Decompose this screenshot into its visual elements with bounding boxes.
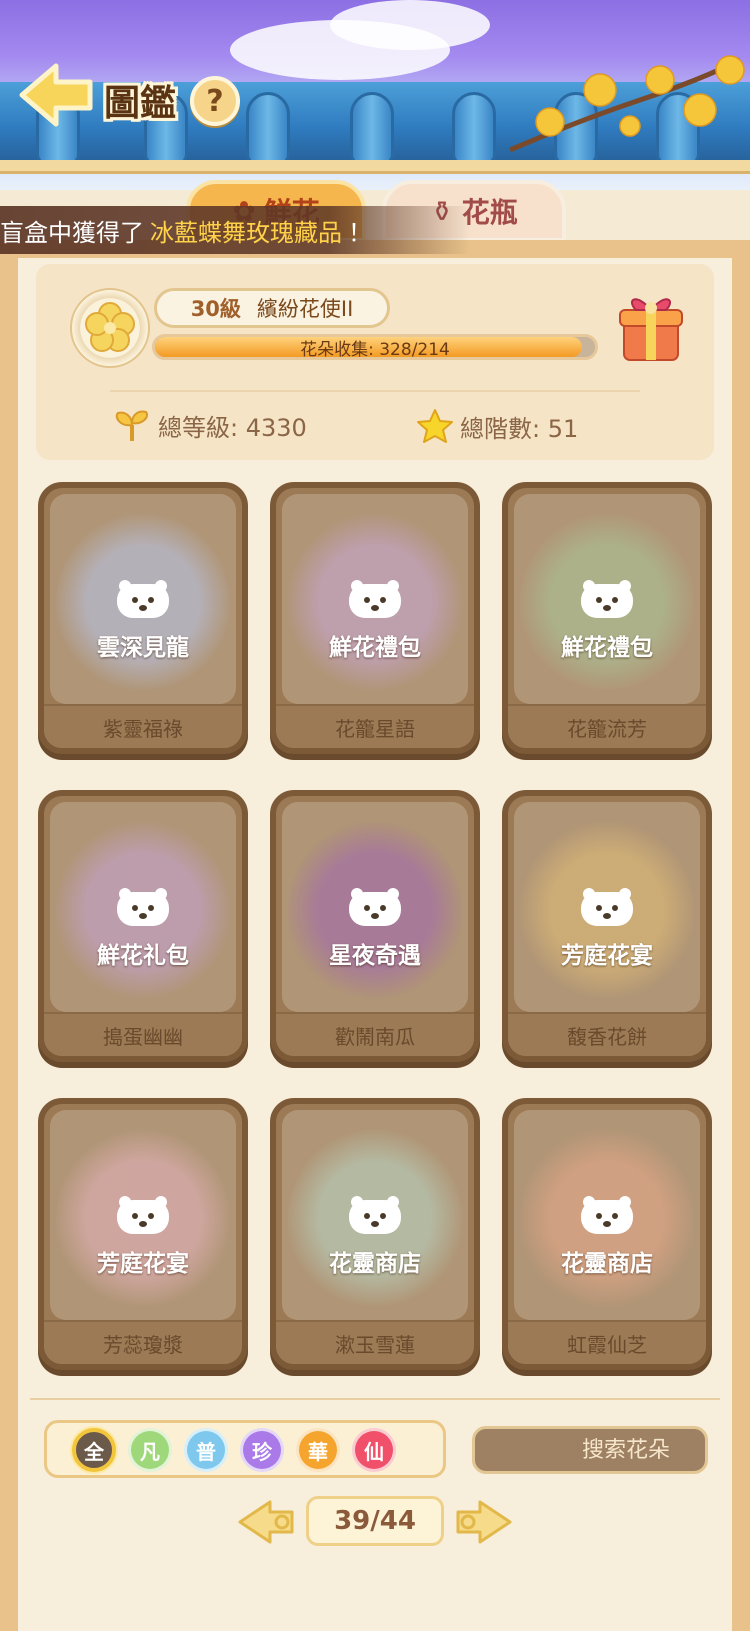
roof-eave (0, 160, 750, 174)
level-pill: 30級 繽紛花使II (154, 288, 390, 328)
card-source-label: 鮮花禮包 (329, 635, 421, 661)
locked-mascot-icon (581, 888, 633, 926)
level-value: 30級 (190, 297, 241, 321)
rank-title: 繽紛花使II (256, 297, 354, 321)
rarity-filter-5[interactable]: 仙 (352, 1428, 396, 1472)
rarity-filter-2[interactable]: 普 (184, 1428, 228, 1472)
plum-blossom-decoration (509, 55, 745, 153)
roof-tile (350, 92, 394, 166)
locked-mascot-icon (117, 580, 169, 618)
rarity-filter-4[interactable]: 華 (296, 1428, 340, 1472)
bottom-divider (30, 1398, 720, 1400)
rarity-filter-1[interactable]: 凡 (128, 1428, 172, 1472)
card-name-label: 花籠流芳 (508, 704, 706, 748)
search-input[interactable] (489, 1437, 750, 1463)
star-icon (417, 409, 453, 443)
card-source-label: 鮮花礼包 (97, 943, 189, 969)
total-level-stat: 總等級: 4330 (112, 408, 307, 443)
collection-card[interactable]: 花靈商店 虹霞仙芝 (502, 1098, 712, 1370)
card-name-label: 漱玉雪蓮 (276, 1320, 474, 1364)
locked-mascot-icon (349, 888, 401, 926)
collection-card[interactable]: 芳庭花宴 馥香花餅 (502, 790, 712, 1062)
locked-mascot-icon (349, 580, 401, 618)
blossom-badge-icon (85, 302, 135, 352)
locked-mascot-icon (349, 1196, 401, 1234)
rarity-filter-3[interactable]: 珍 (240, 1428, 284, 1472)
card-source-label: 芳庭花宴 (97, 1251, 189, 1277)
help-button[interactable]: ? (190, 76, 240, 126)
card-name-label: 搗蛋幽幽 (44, 1012, 242, 1056)
back-arrow-icon (19, 63, 93, 127)
locked-mascot-icon (581, 1196, 633, 1234)
stats-divider (110, 390, 640, 392)
collection-card[interactable]: 星夜奇遇 歡鬧南瓜 (270, 790, 480, 1062)
card-source-label: 鮮花禮包 (561, 635, 653, 661)
rarity-filter-0[interactable]: 全 (72, 1428, 116, 1472)
collection-card[interactable]: 鮮花禮包 花籠流芳 (502, 482, 712, 754)
banner-suffix: ！ (348, 218, 372, 247)
roof-tile (246, 92, 290, 166)
collection-card[interactable]: 芳庭花宴 芳蕊瓊漿 (38, 1098, 248, 1370)
search-box[interactable] (472, 1426, 750, 1474)
collection-progress-bar: 花朵收集: 328/214 (152, 334, 598, 360)
total-tier-stat: 總階數: 51 (416, 408, 578, 444)
total-tier-text: 總階數: 51 (460, 414, 579, 443)
locked-mascot-icon (117, 888, 169, 926)
card-source-label: 芳庭花宴 (561, 943, 653, 969)
page-indicator: 39/44 (306, 1496, 444, 1546)
card-name-label: 馥香花餅 (508, 1012, 706, 1056)
card-name-label: 花籠星語 (276, 704, 474, 748)
card-source-label: 花靈商店 (329, 1251, 421, 1277)
card-name-label: 芳蕊瓊漿 (44, 1320, 242, 1364)
level-badge (70, 288, 150, 368)
locked-mascot-icon (581, 580, 633, 618)
card-source-label: 星夜奇遇 (329, 943, 421, 969)
notification-banner: 盲盒中獲得了 冰藍蝶舞玫瑰藏品 ！ (0, 206, 470, 254)
collection-card[interactable]: 鮮花礼包 搗蛋幽幽 (38, 790, 248, 1062)
card-source-label: 雲深見龍 (97, 635, 189, 661)
gift-icon[interactable] (616, 288, 686, 364)
cloud-decoration (330, 0, 490, 50)
banner-prefix: 盲盒中獲得了 (0, 218, 144, 247)
card-name-label: 虹霞仙芝 (508, 1320, 706, 1364)
banner-highlight: 冰藍蝶舞玫瑰藏品 (150, 218, 342, 247)
locked-mascot-icon (117, 1196, 169, 1234)
collection-card[interactable]: 鮮花禮包 花籠星語 (270, 482, 480, 754)
collection-card[interactable]: 花靈商店 漱玉雪蓮 (270, 1098, 480, 1370)
card-source-label: 花靈商店 (561, 1251, 653, 1277)
back-button[interactable] (16, 60, 96, 130)
sprout-icon (115, 410, 148, 441)
progress-label: 花朵收集: 328/214 (300, 339, 450, 360)
page-title: 圖鑑 (104, 82, 177, 124)
tab-label: 花瓶 (461, 196, 518, 229)
card-name-label: 紫靈福祿 (44, 704, 242, 748)
prev-page-button[interactable] (236, 1496, 298, 1548)
card-name-label: 歡鬧南瓜 (276, 1012, 474, 1056)
total-level-text: 總等級: 4330 (158, 414, 307, 442)
collection-card[interactable]: 雲深見龍 紫靈福祿 (38, 482, 248, 754)
next-page-button[interactable] (452, 1496, 514, 1548)
